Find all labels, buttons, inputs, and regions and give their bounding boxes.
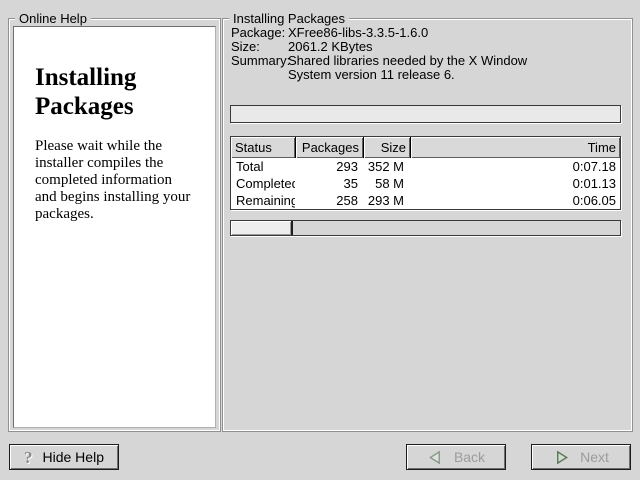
total-progress-bar — [230, 220, 621, 236]
cell-packages: 258 — [295, 192, 362, 209]
back-button[interactable]: Back — [406, 444, 506, 470]
cell-packages: 35 — [295, 175, 362, 192]
column-header-status[interactable]: Status — [231, 137, 295, 158]
package-value: XFree86-libs-3.3.5-1.6.0 — [288, 26, 527, 40]
cell-status: Completed — [231, 175, 295, 192]
question-mark-icon: ? — [24, 449, 33, 466]
cell-status: Total — [231, 158, 295, 175]
cell-size: 352 M — [362, 158, 408, 175]
next-button[interactable]: Next — [531, 444, 631, 470]
online-help-frame: Online Help Installing Packages Please w… — [8, 18, 221, 432]
installing-packages-frame-label: Installing Packages — [229, 11, 349, 26]
table-row-remaining: Remaining 258 293 M 0:06.05 — [231, 192, 620, 209]
next-arrow-icon — [553, 450, 570, 465]
summary-label: Summary: — [231, 54, 288, 82]
column-header-time[interactable]: Time — [411, 137, 620, 158]
installer-screen: Online Help Installing Packages Please w… — [0, 0, 640, 480]
column-header-packages[interactable]: Packages — [296, 137, 363, 158]
cell-packages: 293 — [295, 158, 362, 175]
stats-table-body: Total 293 352 M 0:07.18 Completed 35 58 … — [231, 158, 620, 209]
cell-time: 0:06.05 — [408, 192, 620, 209]
cell-time: 0:07.18 — [408, 158, 620, 175]
table-row-total: Total 293 352 M 0:07.18 — [231, 158, 620, 175]
total-progress-fill — [231, 221, 293, 235]
package-info: Package: XFree86-libs-3.3.5-1.6.0 Size: … — [231, 26, 527, 82]
summary-value: Shared libraries needed by the X Window … — [288, 54, 527, 82]
back-arrow-icon — [427, 450, 444, 465]
help-body-text: Please wait while the installer compiles… — [35, 138, 205, 223]
hide-help-button[interactable]: ? Hide Help — [9, 444, 119, 470]
stats-table-header: Status Packages Size Time — [231, 137, 620, 158]
size-label: Size: — [231, 40, 288, 54]
online-help-frame-label: Online Help — [15, 11, 91, 26]
installing-packages-frame: Installing Packages Package: XFree86-lib… — [222, 18, 633, 432]
cell-size: 293 M — [362, 192, 408, 209]
help-title: Installing Packages — [35, 63, 203, 121]
cell-time: 0:01.13 — [408, 175, 620, 192]
cell-status: Remaining — [231, 192, 295, 209]
next-label: Next — [580, 449, 609, 465]
size-value: 2061.2 KBytes — [288, 40, 527, 54]
install-stats-table: Status Packages Size Time Total 293 352 … — [230, 136, 621, 210]
cell-size: 58 M — [362, 175, 408, 192]
table-row-completed: Completed 35 58 M 0:01.13 — [231, 175, 620, 192]
hide-help-label: Hide Help — [43, 449, 104, 465]
column-header-size[interactable]: Size — [364, 137, 410, 158]
back-label: Back — [454, 449, 485, 465]
package-progress-bar — [230, 105, 621, 123]
package-label: Package: — [231, 26, 288, 40]
help-content-panel: Installing Packages Please wait while th… — [13, 26, 216, 428]
